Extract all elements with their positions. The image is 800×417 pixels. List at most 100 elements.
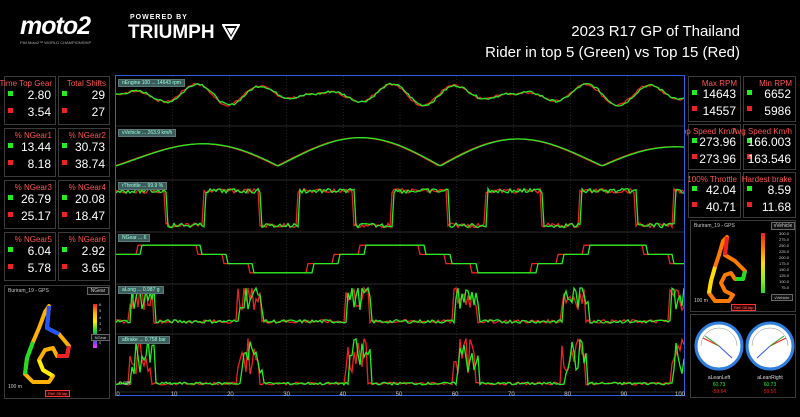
green-marker: [747, 185, 752, 191]
page-subtitle: Rider in top 5 (Green) vs Top 15 (Red): [485, 44, 740, 61]
moto2-logo: moto2: [20, 12, 91, 40]
stat-label: % NGear2: [68, 131, 106, 140]
legend-label: NGear: [91, 334, 110, 341]
stat-value-red: 38.74: [74, 157, 105, 172]
stat-cell: Max RPM 14643 14557: [688, 76, 741, 122]
x-tick-label: 0: [116, 392, 120, 398]
plot-bottom-value: 0.000: [119, 381, 132, 387]
x-tick-label: 30: [283, 392, 290, 398]
stat-value-red: 163.546: [747, 151, 791, 166]
stat-cell: % NGear6 2.92 3.65: [58, 232, 110, 281]
channel-label-throttle[interactable]: rThrottle ... 99.9 %: [118, 182, 168, 190]
x-tick-label: 90: [620, 392, 628, 398]
stat-value-red: 273.96: [699, 151, 736, 166]
lean-right-red: 59.50: [763, 389, 777, 395]
red-trace: [116, 286, 684, 325]
stat-value-green: 273.96: [699, 135, 736, 150]
stat-label: % NGear4: [68, 183, 106, 192]
lean-gauges-panel: aLeanLeft aLeanRight 60.73 60.73 -59.64 …: [690, 314, 796, 398]
stat-value-green: 14643: [702, 87, 736, 102]
stat-cell: % NGear4 20.08 18.47: [58, 180, 110, 229]
lean-left-green: 60.73: [712, 382, 726, 388]
stat-value-red: 3.65: [81, 261, 105, 276]
lean-left-label: aLeanLeft: [707, 375, 731, 381]
powered-by-label: POWERED BY: [130, 14, 188, 21]
stat-value-red: 5.78: [27, 261, 51, 276]
stat-cell: Time Top Gear 2.80 3.54: [0, 76, 56, 125]
green-marker: [747, 89, 752, 95]
green-marker: [62, 246, 67, 252]
stat-cell: Sec. 100% Throttle 42.04 40.71: [669, 172, 741, 218]
lean-left-red: -59.64: [711, 389, 727, 395]
stat-value-red: 25.17: [20, 209, 51, 224]
reference-lap-tag[interactable]: Ref: 05.lap: [731, 304, 757, 311]
lean-right-label: aLeanRight: [757, 375, 783, 381]
stat-value-green: 20.08: [74, 191, 105, 206]
stat-value-green: 2.80: [27, 87, 51, 102]
track-title: Buriram_19 - GPS: [694, 223, 735, 229]
stat-value-green: 13.44: [20, 139, 51, 154]
green-marker: [8, 194, 13, 200]
red-marker: [8, 160, 13, 166]
red-marker: [62, 212, 67, 218]
stat-label: % NGear6: [68, 235, 106, 244]
x-tick-label: 70: [508, 392, 515, 398]
lean-right-gauge: [745, 321, 795, 371]
stat-value-green: 26.79: [20, 191, 51, 206]
red-marker: [8, 264, 13, 270]
red-marker: [747, 106, 752, 112]
triumph-triangle-icon: [222, 24, 240, 40]
red-marker: [62, 264, 67, 270]
telemetry-plot[interactable]: nEngine 100 ... 14643 rpm vVehicle ... 2…: [115, 75, 685, 396]
header: moto2 FIM Moto2™ WORLD CHAMPIONSHIP POWE…: [0, 0, 800, 72]
channel-label-brake[interactable]: aBrake ... 0.758 bar: [118, 336, 170, 344]
stat-value-green: 166.003: [747, 135, 791, 150]
speed-legend-ticks: 300.0 275.0 250.0 225.0 200.0 175.0 150.0 125.0…: [778, 231, 789, 290]
channel-dropdown[interactable]: NGear: [87, 287, 109, 295]
green-trace: [116, 286, 684, 325]
red-marker: [62, 160, 67, 166]
map-scale: 100 m: [694, 298, 708, 304]
channel-label-rpm[interactable]: nEngine 100 ... 14643 rpm: [118, 79, 185, 87]
green-marker: [62, 90, 67, 96]
x-tick-label: 60: [451, 392, 459, 398]
channel-label-gear[interactable]: NGear ... 6: [118, 234, 151, 242]
stat-value-red: 14557: [702, 103, 736, 118]
championship-subtitle: FIM Moto2™ WORLD CHAMPIONSHIP: [20, 40, 92, 45]
x-tick-label: 50: [395, 392, 403, 398]
green-marker: [62, 194, 67, 200]
channel-dropdown[interactable]: vVehicle: [771, 222, 795, 230]
x-tick-label: 40: [339, 392, 347, 398]
red-marker: [692, 106, 697, 112]
telemetry-traces: [116, 76, 684, 395]
stat-value-red: 3.54: [27, 105, 51, 120]
green-marker: [692, 137, 697, 143]
stat-cell: % NGear2 30.73 38.74: [58, 128, 110, 177]
stat-value-red: 27: [91, 105, 105, 120]
x-tick-label: 100: [674, 392, 686, 398]
map-scale: 100 m: [8, 384, 22, 390]
stat-label: % NGear5: [14, 235, 52, 244]
red-marker: [8, 212, 13, 218]
channel-label-along[interactable]: aLong ... 0.987 g: [118, 286, 164, 294]
stat-cell: Total Shifts 29 27: [58, 76, 110, 125]
stat-value-green: 30.73: [74, 139, 105, 154]
triumph-logo: TRIUMPH: [128, 22, 215, 43]
stat-value-green: 6652: [764, 87, 791, 102]
stat-value-red: 11.68: [761, 199, 791, 214]
reference-lap-tag[interactable]: Ref: 05.lap: [45, 390, 71, 397]
lean-right-green: 60.73: [763, 382, 777, 388]
legend-label: vVehicle: [771, 294, 793, 301]
red-marker: [692, 202, 697, 208]
stat-value-red: 8.18: [27, 157, 51, 172]
stat-cell: % NGear1 13.44 8.18: [4, 128, 56, 177]
stat-label: % NGear3: [14, 183, 52, 192]
channel-label-speed[interactable]: vVehicle ... 263.9 km/h: [118, 129, 177, 137]
green-marker: [8, 246, 13, 252]
green-marker: [692, 89, 697, 95]
stat-cell: % NGear3 26.79 25.17: [4, 180, 56, 229]
track-map: [707, 235, 747, 303]
ngear-legend: [93, 304, 97, 348]
right-track-panel: Buriram_19 - GPS vVehicle 300.0 275.0 250.…: [690, 220, 796, 312]
stat-label: Time Top Gear: [0, 79, 52, 88]
